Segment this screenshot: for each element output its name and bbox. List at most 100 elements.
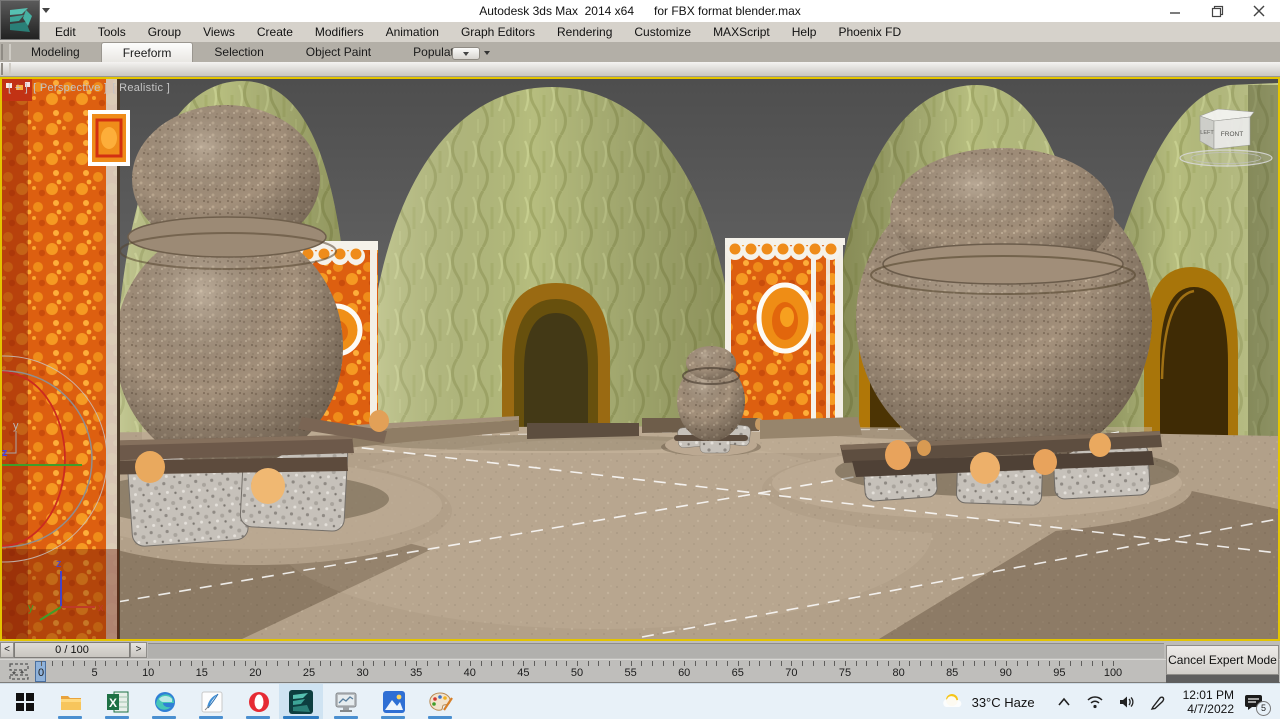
app-menu-caret-icon[interactable] — [42, 8, 50, 13]
viewport-label: [ + ] [ Perspective ] [ Realistic ] — [8, 82, 170, 94]
ruler-tick — [663, 661, 664, 666]
taskbar-opera[interactable] — [246, 689, 272, 715]
menu-phoenix-fd[interactable]: Phoenix FD — [827, 22, 912, 42]
taskbar-clock[interactable]: 12:01 PM 4/7/2022 — [1183, 688, 1234, 716]
ribbon-strip-grip[interactable] — [1, 63, 11, 75]
edge-icon — [153, 690, 177, 714]
windows-logo-icon — [15, 692, 35, 712]
3ds-max-taskbar-icon — [288, 689, 314, 715]
cancel-expert-mode-button[interactable]: Cancel Expert Mode — [1166, 645, 1279, 675]
time-slider-handle[interactable]: 0 / 100 — [14, 642, 130, 658]
taskbar-3ds-max[interactable] — [288, 689, 314, 715]
tab-modeling[interactable]: Modeling — [10, 42, 101, 62]
ruler-tick — [609, 661, 610, 666]
viewcube-left-label[interactable]: LEFT — [1200, 130, 1214, 136]
menu-maxscript[interactable]: MAXScript — [702, 22, 781, 42]
application-menu-button[interactable] — [0, 0, 40, 40]
taskbar-paint[interactable] — [428, 689, 454, 715]
ribbon-tab-row: ModelingFreeformSelectionObject PaintPop… — [0, 42, 1280, 62]
svg-text:X: X — [109, 696, 117, 710]
menu-create[interactable]: Create — [246, 22, 304, 42]
ruler-tick — [170, 661, 171, 666]
tray-overflow-chevron[interactable] — [1057, 697, 1071, 707]
close-button[interactable] — [1250, 2, 1268, 20]
taskbar-edge[interactable] — [152, 689, 178, 715]
ruler-tick — [513, 661, 514, 666]
ruler-tick — [395, 661, 396, 666]
weather-widget[interactable]: 33°C Haze — [940, 691, 1035, 713]
ruler-tick — [802, 661, 803, 666]
viewcube-front-label[interactable]: FRONT — [1221, 131, 1243, 138]
taskbar-system-monitor[interactable] — [334, 689, 360, 715]
pen-icon — [1150, 695, 1166, 710]
ruler-tick — [963, 661, 964, 666]
menu-graph-editors[interactable]: Graph Editors — [450, 22, 546, 42]
menu-tools[interactable]: Tools — [87, 22, 137, 42]
menu-help[interactable]: Help — [781, 22, 828, 42]
taskbar-quill-app[interactable] — [199, 689, 225, 715]
taskbar-file-explorer[interactable] — [58, 689, 84, 715]
viewport-menu-shading[interactable]: [ Realistic ] — [112, 82, 170, 94]
tray-wifi[interactable] — [1086, 695, 1104, 709]
ruler-tick — [416, 661, 417, 666]
ruler-tick — [255, 661, 256, 666]
menu-customize[interactable]: Customize — [623, 22, 702, 42]
tray-pen[interactable] — [1150, 695, 1166, 710]
viewport-canvas[interactable]: y z z x y FRONT LEFT — [2, 79, 1278, 639]
ruler-tick — [470, 661, 471, 666]
orange-pillar-foreground[interactable] — [2, 79, 128, 639]
perspective-viewport[interactable]: y z z x y FRONT LEFT — [0, 77, 1280, 641]
next-frame-button[interactable]: > — [130, 642, 147, 658]
ruler-tick — [202, 661, 203, 666]
minimize-button[interactable] — [1166, 2, 1184, 20]
menu-edit[interactable]: Edit — [44, 22, 87, 42]
ruler-tick — [1059, 661, 1060, 666]
ruler-tick — [824, 661, 825, 666]
viewport-menu-pov[interactable]: [ Perspective ] — [33, 82, 107, 94]
viewport-menu-plus[interactable]: [ + ] — [8, 82, 28, 94]
notification-center[interactable]: 5 — [1244, 693, 1264, 711]
ribbon-options-caret-icon[interactable] — [484, 51, 490, 55]
menu-modifiers[interactable]: Modifiers — [304, 22, 375, 42]
ruler-tick — [856, 661, 857, 666]
ruler-tick — [727, 661, 728, 666]
ruler-tick — [384, 661, 385, 666]
ruler-tick — [352, 661, 353, 666]
tab-selection[interactable]: Selection — [193, 42, 284, 62]
ruler-tick-label: 95 — [1053, 667, 1065, 679]
menu-animation[interactable]: Animation — [375, 22, 450, 42]
tab-freeform[interactable]: Freeform — [101, 42, 194, 62]
start-button[interactable] — [12, 689, 38, 715]
ruler-tick — [695, 661, 696, 666]
3ds-max-logo-icon — [6, 6, 34, 34]
ruler-tick — [813, 661, 814, 666]
axis-y-label: y — [28, 602, 34, 614]
ruler-tick — [180, 661, 181, 666]
ribbon-minimize-toggle[interactable] — [452, 47, 480, 60]
file-explorer-icon — [59, 690, 83, 714]
menu-views[interactable]: Views — [192, 22, 246, 42]
ruler-tick-label: 65 — [732, 667, 744, 679]
ruler-tick — [534, 661, 535, 666]
restore-button[interactable] — [1208, 2, 1226, 20]
track-bar-ruler[interactable]: 0510152025303540455055606570758085909510… — [0, 659, 1280, 683]
previous-frame-button[interactable]: < — [0, 642, 14, 658]
ruler-tick — [877, 661, 878, 666]
opera-icon — [247, 690, 271, 714]
ruler-tick — [791, 661, 792, 666]
taskbar-photos[interactable] — [381, 689, 407, 715]
ruler-tick — [116, 661, 117, 666]
ruler-tick — [405, 661, 406, 666]
time-slider-track[interactable] — [148, 643, 1164, 658]
open-mini-curve-editor-button[interactable] — [8, 662, 34, 681]
ruler-tick — [673, 661, 674, 666]
expert-button-shadow — [1166, 675, 1279, 683]
taskbar-excel[interactable]: X — [105, 689, 131, 715]
ruler-tick-label: 20 — [249, 667, 261, 679]
menu-group[interactable]: Group — [137, 22, 192, 42]
tab-object-paint[interactable]: Object Paint — [285, 42, 392, 62]
menu-rendering[interactable]: Rendering — [546, 22, 623, 42]
ruler-tick — [577, 661, 578, 666]
tray-volume[interactable] — [1118, 695, 1136, 709]
ruler-tick — [984, 661, 985, 666]
